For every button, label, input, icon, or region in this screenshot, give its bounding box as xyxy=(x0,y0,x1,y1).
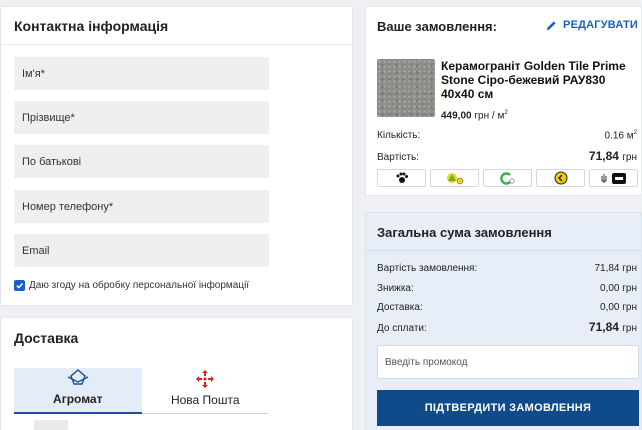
shipping-row: Доставка: 0,00 грн xyxy=(377,302,637,313)
order-title: Ваше замовлення: xyxy=(377,19,497,34)
pencil-icon xyxy=(546,20,556,30)
amount-due-label: До сплати: xyxy=(377,323,427,334)
payment-methods xyxy=(377,169,638,187)
quantity-label: Кількість: xyxy=(377,130,421,142)
product-name[interactable]: Керамограніт Golden Tile Prime Stone Сір… xyxy=(441,59,639,101)
phone-field[interactable]: Номер телефону* xyxy=(14,190,269,223)
product-price-unit-sup: 2 xyxy=(504,110,508,116)
amount-due-row: До сплати: 71,84 грн xyxy=(377,320,637,334)
product-price-unit: грн / м xyxy=(474,110,505,122)
promo-code-input[interactable]: Введіть промокод xyxy=(377,345,639,379)
product-price-value: 449,00 xyxy=(441,110,472,122)
cost-value: 71,84 грн xyxy=(588,149,637,163)
nova-poshta-logo-icon xyxy=(196,370,215,388)
shipping-value: 0,00 грн xyxy=(600,302,637,313)
check-icon xyxy=(16,283,24,289)
edit-label: РЕДАГУВАТИ xyxy=(563,19,638,31)
tab-agromat-label: Агромат xyxy=(53,392,103,406)
email-field[interactable]: Email xyxy=(14,234,269,267)
patronymic-field[interactable]: По батькові xyxy=(14,145,269,178)
delivery-option-placeholder xyxy=(34,420,68,430)
product-thumbnail[interactable] xyxy=(377,59,435,117)
tab-nova-poshta-label: Нова Пошта xyxy=(170,393,240,407)
tab-nova-poshta[interactable]: Нова Пошта xyxy=(141,368,269,414)
diia-icon xyxy=(589,169,638,187)
cost-label: Вартість: xyxy=(377,152,419,163)
paw-pay-icon xyxy=(377,169,426,187)
order-cost-value: 71,84 грн xyxy=(594,263,637,274)
quantity-value: 0.16 м2 xyxy=(604,130,637,142)
order-total-title: Загальна сума замовлення xyxy=(366,213,641,251)
consent-label: Даю згоду на обробку персональної інформ… xyxy=(29,280,250,291)
consent-checkbox[interactable] xyxy=(14,280,25,291)
order-card: Ваше замовлення: РЕДАГУВАТИ Керамограніт… xyxy=(365,6,642,196)
shipping-label: Доставка: xyxy=(377,302,423,313)
contact-info-title: Контактна інформація xyxy=(1,7,352,45)
contact-info-card: Контактна інформація Ім'я* Прізвище* По … xyxy=(0,6,353,306)
product-price: 449,00 грн / м2 xyxy=(441,110,508,121)
instalment-pay-icon xyxy=(430,169,479,187)
agromat-logo-icon xyxy=(67,369,89,385)
discount-value: 0,00 грн xyxy=(600,283,637,294)
discount-row: Знижка: 0,00 грн xyxy=(377,283,637,294)
order-cost-label: Вартість замовлення: xyxy=(377,263,478,274)
edit-button[interactable]: РЕДАГУВАТИ xyxy=(546,19,638,31)
yellow-coin-pay-icon xyxy=(536,169,585,187)
tab-agromat[interactable]: Агромат xyxy=(14,368,142,414)
green-pay-icon xyxy=(483,169,532,187)
delivery-title: Доставка xyxy=(14,330,79,346)
order-total-card: Загальна сума замовлення Вартість замовл… xyxy=(365,212,642,430)
first-name-field[interactable]: Ім'я* xyxy=(14,57,269,90)
quantity-row: Кількість: 0.16 м2 xyxy=(377,130,637,141)
consent-row: Даю згоду на обробку персональної інформ… xyxy=(14,280,249,291)
amount-due-value: 71,84 грн xyxy=(588,320,637,334)
delivery-card: Доставка Агромат Нова Пошта xyxy=(0,317,353,430)
confirm-order-button[interactable]: ПІДТВЕРДИТИ ЗАМОВЛЕННЯ xyxy=(377,390,639,426)
delivery-tabs: Агромат Нова Пошта xyxy=(14,368,269,414)
last-name-field[interactable]: Прізвище* xyxy=(14,101,269,134)
order-cost-row: Вартість замовлення: 71,84 грн xyxy=(377,263,637,274)
cost-row: Вартість: 71,84 грн xyxy=(377,149,637,163)
discount-label: Знижка: xyxy=(377,283,414,294)
